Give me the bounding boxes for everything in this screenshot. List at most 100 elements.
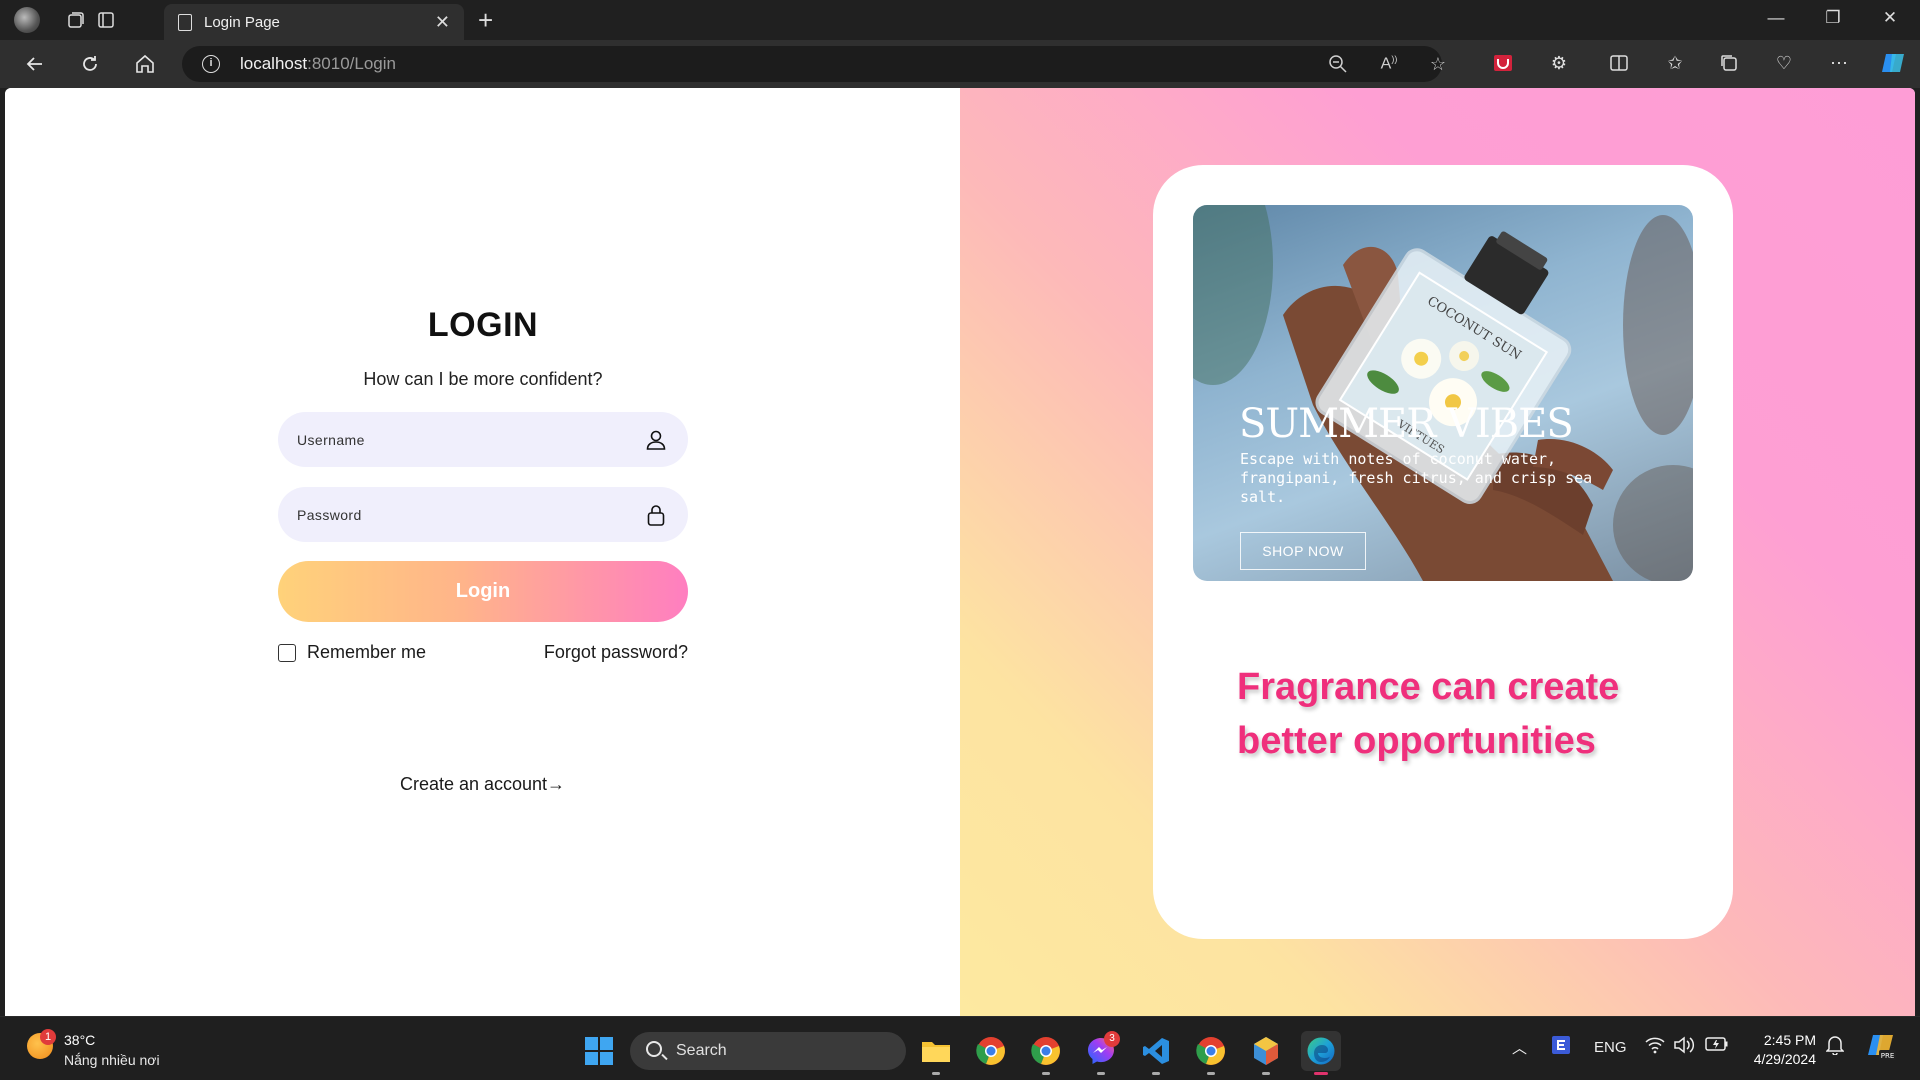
copilot-icon[interactable] bbox=[1880, 50, 1906, 76]
promo-tagline: Fragrance can create better opportunitie… bbox=[1237, 666, 1620, 762]
login-button[interactable]: Login bbox=[278, 561, 688, 622]
close-tab-icon[interactable]: ✕ bbox=[435, 12, 450, 33]
file-explorer-app[interactable] bbox=[916, 1031, 956, 1075]
chrome-app[interactable] bbox=[971, 1031, 1011, 1071]
edge-icon bbox=[1307, 1037, 1335, 1065]
edge-app[interactable] bbox=[1301, 1031, 1341, 1075]
browser-essentials-icon[interactable]: ♡ bbox=[1771, 50, 1797, 76]
start-tile bbox=[600, 1052, 613, 1065]
username-field-wrapper bbox=[278, 412, 688, 467]
password-field-wrapper bbox=[278, 487, 688, 542]
new-tab-button[interactable]: + bbox=[478, 5, 493, 36]
chrome-dev-app[interactable] bbox=[1191, 1031, 1231, 1075]
weather-badge: 1 bbox=[40, 1029, 56, 1045]
start-tile bbox=[585, 1052, 598, 1065]
address-bar[interactable]: i localhost:8010/Login A)) ☆ bbox=[182, 46, 1446, 82]
extension-red-icon[interactable] bbox=[1490, 50, 1516, 76]
browser-toolbar: i localhost:8010/Login A)) ☆ ⚙ ✩ ♡ ⋯ bbox=[0, 40, 1920, 88]
back-button[interactable] bbox=[21, 50, 49, 78]
url-text[interactable]: localhost:8010/Login bbox=[240, 54, 396, 74]
login-options: Remember me Forgot password? bbox=[278, 642, 688, 663]
login-form: LOGIN How can I be more confident? Login… bbox=[278, 306, 688, 663]
messenger-badge: 3 bbox=[1104, 1031, 1120, 1047]
close-window-button[interactable]: ✕ bbox=[1872, 8, 1908, 28]
minimize-button[interactable]: — bbox=[1758, 8, 1794, 28]
browser-titlebar: Login Page ✕ + — ❐ ✕ bbox=[0, 0, 1920, 40]
tab-login-page[interactable]: Login Page ✕ bbox=[164, 4, 464, 40]
weather-description[interactable]: Nắng nhiều nơi bbox=[64, 1052, 160, 1068]
tab-title: Login Page bbox=[204, 13, 280, 31]
running-indicator bbox=[1152, 1072, 1160, 1075]
promo-headline: SUMMER VIBES bbox=[1239, 401, 1574, 447]
clock-time: 2:45 PM bbox=[1763, 1032, 1816, 1048]
running-indicator bbox=[932, 1072, 940, 1075]
start-button[interactable] bbox=[585, 1037, 613, 1065]
taskbar: 1 38°C Nắng nhiều nơi Search 3 ︿ ENG 2:4… bbox=[0, 1016, 1920, 1080]
tab-actions-icon[interactable] bbox=[92, 6, 120, 34]
login-title: LOGIN bbox=[427, 306, 539, 344]
vscode-icon bbox=[1143, 1038, 1169, 1064]
arrow-right-icon: → bbox=[547, 774, 566, 794]
read-aloud-icon[interactable]: A)) bbox=[1378, 54, 1400, 73]
running-indicator bbox=[1042, 1072, 1050, 1075]
create-account-label: Create an account bbox=[399, 774, 548, 794]
password-input[interactable] bbox=[278, 487, 688, 542]
zoom-out-icon[interactable] bbox=[1327, 54, 1349, 79]
search-icon bbox=[646, 1041, 662, 1057]
shop-now-button[interactable]: SHOP NOW bbox=[1240, 532, 1366, 570]
language-indicator[interactable]: ENG bbox=[1594, 1039, 1627, 1056]
promo-panel: COCONUT SUN VIRTUES SUMMER VIBES Escape … bbox=[960, 88, 1915, 1016]
chrome-profile-icon bbox=[1031, 1037, 1060, 1065]
remember-me-checkbox[interactable] bbox=[278, 643, 296, 662]
favorite-star-icon[interactable]: ☆ bbox=[1427, 54, 1449, 75]
search-label: Search bbox=[676, 1042, 727, 1059]
wifi-icon[interactable] bbox=[1645, 1036, 1665, 1058]
hex-app[interactable] bbox=[1246, 1031, 1286, 1075]
remember-me-label: Remember me bbox=[307, 642, 427, 662]
home-button[interactable] bbox=[131, 50, 159, 78]
copilot-pre-label: PRE bbox=[1881, 1052, 1895, 1060]
forgot-password-link[interactable]: Forgot password? bbox=[544, 642, 688, 663]
collections-icon[interactable] bbox=[1716, 50, 1742, 76]
profile-avatar[interactable] bbox=[14, 7, 40, 33]
taskbar-search[interactable]: Search bbox=[630, 1032, 906, 1070]
more-menu-icon[interactable]: ⋯ bbox=[1826, 50, 1852, 76]
weather-temperature[interactable]: 38°C bbox=[64, 1032, 95, 1048]
workspaces-icon[interactable] bbox=[62, 6, 90, 34]
login-subtitle: How can I be more confident? bbox=[363, 369, 603, 389]
running-indicator bbox=[1314, 1072, 1328, 1075]
start-tile bbox=[600, 1037, 613, 1050]
hexagon-app-icon bbox=[1254, 1037, 1278, 1065]
copilot-preview-icon[interactable]: PRE bbox=[1866, 1031, 1896, 1065]
split-screen-icon[interactable] bbox=[1606, 50, 1632, 76]
clock-date: 4/29/2024 bbox=[1753, 1051, 1816, 1067]
username-input[interactable] bbox=[278, 412, 688, 467]
perfume-bottle-illustration: COCONUT SUN VIRTUES bbox=[1193, 205, 1693, 581]
running-indicator bbox=[1207, 1072, 1215, 1075]
clock[interactable]: 2:45 PM 4/29/2024 bbox=[1754, 1031, 1816, 1069]
lock-icon bbox=[647, 505, 665, 526]
promo-card: COCONUT SUN VIRTUES SUMMER VIBES Escape … bbox=[1153, 165, 1733, 939]
site-info-icon[interactable]: i bbox=[202, 55, 220, 73]
battery-icon[interactable] bbox=[1705, 1036, 1729, 1056]
promo-banner[interactable]: COCONUT SUN VIRTUES SUMMER VIBES Escape … bbox=[1193, 205, 1693, 581]
tray-app-icon[interactable] bbox=[1551, 1035, 1571, 1059]
chrome-dev-icon bbox=[1196, 1037, 1225, 1065]
chrome-profile-app[interactable] bbox=[1026, 1031, 1066, 1075]
running-indicator bbox=[1262, 1072, 1270, 1075]
volume-icon[interactable] bbox=[1673, 1036, 1695, 1058]
vscode-app[interactable] bbox=[1136, 1031, 1176, 1075]
notification-bell-icon[interactable] bbox=[1825, 1035, 1845, 1059]
login-panel: LOGIN How can I be more confident? Login… bbox=[5, 88, 960, 1016]
refresh-button[interactable] bbox=[76, 50, 104, 78]
chrome-icon bbox=[976, 1037, 1005, 1065]
restore-button[interactable]: ❐ bbox=[1815, 8, 1851, 28]
create-account-link[interactable]: Create an account→ bbox=[5, 774, 960, 795]
messenger-app[interactable]: 3 bbox=[1081, 1031, 1121, 1075]
show-hidden-icons-button[interactable]: ︿ bbox=[1512, 1037, 1527, 1058]
favorites-icon[interactable]: ✩ bbox=[1662, 50, 1688, 76]
extensions-puzzle-icon[interactable]: ⚙ bbox=[1546, 50, 1572, 76]
web-page: LOGIN How can I be more confident? Login… bbox=[5, 88, 1915, 1016]
remember-me[interactable]: Remember me bbox=[278, 642, 426, 663]
promo-description: Escape with notes of coconut water, fran… bbox=[1240, 450, 1593, 506]
